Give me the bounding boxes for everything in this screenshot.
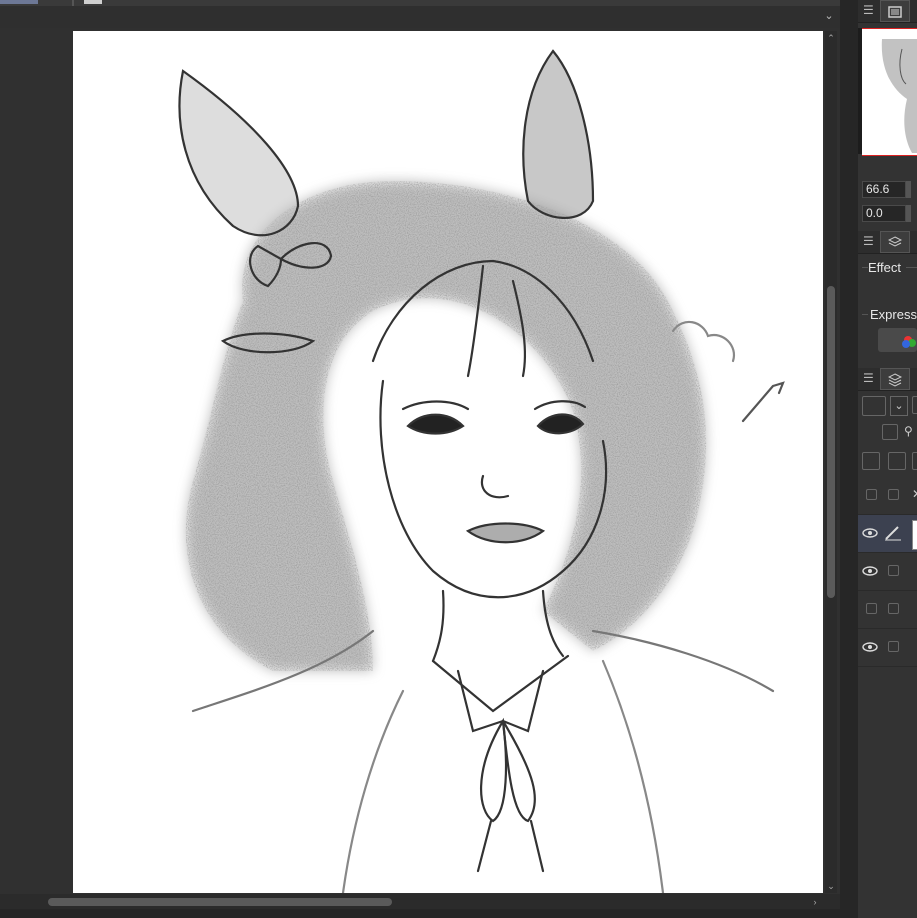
panel-menu-icon[interactable]: ☰ bbox=[863, 3, 875, 17]
lock-toggle[interactable] bbox=[888, 641, 899, 652]
chevron-down-icon[interactable]: ⌄ bbox=[822, 8, 836, 24]
layer-row[interactable] bbox=[858, 553, 917, 591]
status-strip bbox=[0, 909, 858, 918]
visibility-toggle[interactable] bbox=[866, 603, 877, 614]
layer-property-header: ☰ bbox=[858, 231, 917, 254]
document-tab-secondary[interactable] bbox=[84, 0, 102, 4]
tab-layers[interactable] bbox=[880, 368, 910, 390]
navigator-icon bbox=[888, 5, 902, 18]
eye-icon[interactable] bbox=[862, 526, 878, 540]
tab-navigator[interactable] bbox=[880, 0, 910, 22]
layer-row[interactable]: ✕ bbox=[858, 477, 917, 515]
right-dock-panel: ☰ 66.6 0.0 ☰ Effect Express ☰ ⌄ ⚲ bbox=[858, 0, 917, 918]
chevron-down-icon[interactable]: ⌄ bbox=[825, 879, 837, 893]
canvas-ribbon bbox=[0, 6, 840, 28]
horizontal-scrollbar[interactable]: › bbox=[0, 895, 825, 909]
opacity-field[interactable] bbox=[912, 396, 917, 414]
eye-icon[interactable] bbox=[862, 640, 878, 654]
navigator-preview[interactable] bbox=[862, 28, 917, 156]
lock-toggle[interactable] bbox=[888, 565, 899, 576]
new-raster-layer-icon[interactable] bbox=[862, 452, 880, 470]
new-vector-layer-icon[interactable] bbox=[888, 452, 906, 470]
layer-row[interactable] bbox=[858, 629, 917, 667]
visibility-toggle[interactable] bbox=[866, 489, 877, 500]
close-icon: ✕ bbox=[912, 487, 917, 501]
pencil-icon bbox=[884, 525, 902, 541]
layer-row[interactable] bbox=[858, 591, 917, 629]
new-folder-icon[interactable] bbox=[912, 452, 917, 470]
layers-header: ☰ bbox=[858, 368, 917, 391]
eye-icon[interactable] bbox=[862, 564, 878, 578]
layers-icon bbox=[887, 373, 903, 387]
rotation-slider[interactable] bbox=[906, 205, 911, 222]
clip-layer-icon[interactable] bbox=[882, 424, 898, 440]
pencil-sketch-artwork bbox=[178, 49, 785, 893]
rotation-field[interactable]: 0.0 bbox=[862, 205, 906, 222]
chevron-up-icon[interactable]: ⌃ bbox=[825, 31, 837, 45]
document-tab[interactable] bbox=[0, 0, 38, 4]
color-wheel-icon bbox=[902, 336, 916, 348]
expression-color-button[interactable] bbox=[878, 328, 917, 352]
layer-thumbnail bbox=[912, 520, 917, 550]
panel-divider[interactable] bbox=[840, 0, 858, 918]
blend-mode-dropdown[interactable] bbox=[862, 396, 886, 416]
layer-property-icon bbox=[887, 236, 903, 248]
lock-toggle[interactable] bbox=[888, 603, 899, 614]
tab-layer-property[interactable] bbox=[880, 231, 910, 253]
effect-section-label: Effect bbox=[868, 260, 902, 275]
chevron-down-icon[interactable]: ⌄ bbox=[890, 396, 908, 416]
panel-menu-icon[interactable]: ☰ bbox=[863, 234, 875, 248]
chevron-right-icon[interactable]: › bbox=[809, 895, 821, 909]
zoom-field[interactable]: 66.6 bbox=[862, 181, 906, 198]
panel-menu-icon[interactable]: ☰ bbox=[863, 371, 875, 385]
reference-layer-icon[interactable]: ⚲ bbox=[904, 424, 917, 440]
vertical-scroll-thumb[interactable] bbox=[827, 286, 835, 598]
expression-color-label: Express bbox=[870, 307, 917, 322]
vertical-scrollbar[interactable]: ⌃ ⌄ bbox=[825, 31, 837, 893]
section-divider bbox=[906, 267, 917, 268]
zoom-slider[interactable] bbox=[906, 181, 911, 198]
drawing-canvas[interactable] bbox=[73, 31, 823, 893]
section-divider bbox=[862, 314, 868, 315]
navigator-header: ☰ bbox=[858, 0, 917, 23]
horizontal-scroll-thumb[interactable] bbox=[48, 898, 392, 906]
layer-row-active[interactable] bbox=[858, 515, 917, 553]
lock-toggle[interactable] bbox=[888, 489, 899, 500]
